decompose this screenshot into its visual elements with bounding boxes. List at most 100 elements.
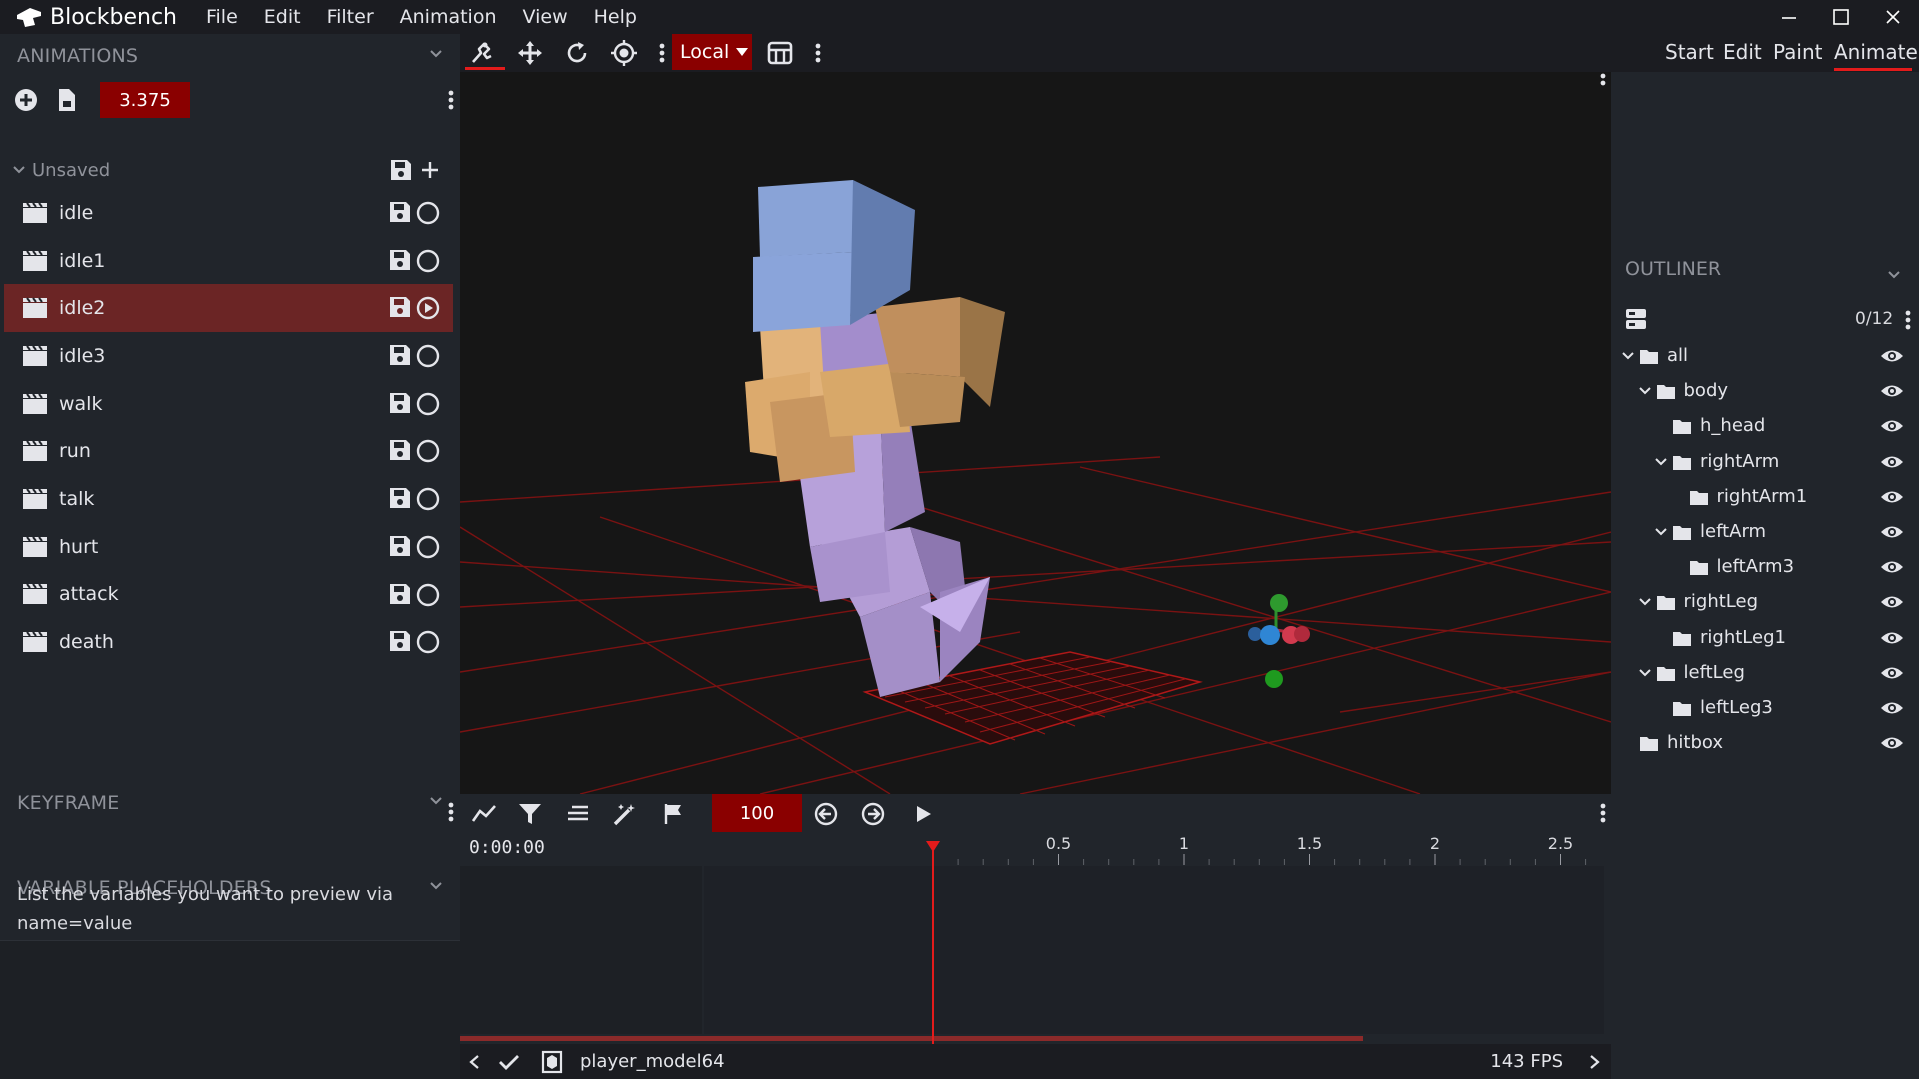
model-file-icon[interactable]: [541, 1050, 563, 1074]
flag-marker-icon[interactable]: [663, 803, 685, 825]
chevron-down-icon[interactable]: [1621, 350, 1635, 362]
move-tool-button[interactable]: [514, 37, 546, 69]
outliner-item[interactable]: rightArm1: [1611, 480, 1919, 515]
outliner-item[interactable]: leftLeg: [1611, 656, 1919, 691]
outliner-item[interactable]: rightLeg1: [1611, 621, 1919, 656]
timeline-fps-input[interactable]: 100: [712, 794, 802, 832]
animations-panel-header[interactable]: ANIMATIONS: [0, 34, 460, 78]
circle-outline-icon[interactable]: [416, 487, 440, 511]
outliner-item[interactable]: all: [1611, 339, 1919, 374]
animation-item[interactable]: idle3: [4, 332, 453, 380]
save-icon[interactable]: [389, 392, 411, 414]
eye-visibility-icon[interactable]: [1880, 630, 1904, 646]
animation-item[interactable]: idle1: [4, 237, 453, 285]
chevron-down-icon[interactable]: [428, 46, 444, 62]
outliner-item[interactable]: rightArm: [1611, 445, 1919, 480]
outliner-item[interactable]: leftArm: [1611, 515, 1919, 550]
mode-tab-edit[interactable]: Edit: [1723, 40, 1762, 64]
eye-visibility-icon[interactable]: [1880, 735, 1904, 751]
mode-tab-start[interactable]: Start: [1665, 40, 1714, 64]
circle-outline-icon[interactable]: [416, 583, 440, 607]
eye-visibility-icon[interactable]: [1880, 559, 1904, 575]
save-all-icon[interactable]: [390, 159, 412, 181]
menu-view[interactable]: View: [510, 6, 581, 28]
chevron-down-icon[interactable]: [1638, 385, 1652, 397]
eye-visibility-icon[interactable]: [1880, 489, 1904, 505]
save-icon[interactable]: [389, 439, 411, 461]
circle-outline-icon[interactable]: [416, 439, 440, 463]
animation-item[interactable]: run: [4, 427, 453, 475]
save-icon[interactable]: [389, 344, 411, 366]
save-icon[interactable]: [389, 535, 411, 557]
circle-outline-icon[interactable]: [416, 201, 440, 225]
keyframe-menu-button[interactable]: [446, 799, 456, 825]
mode-tab-animate[interactable]: Animate: [1834, 40, 1918, 64]
magic-wand-icon[interactable]: [613, 802, 639, 826]
outliner-item[interactable]: h_head: [1611, 409, 1919, 444]
animation-item[interactable]: talk: [4, 475, 453, 523]
animation-item[interactable]: death: [4, 618, 453, 666]
outliner-item[interactable]: hitbox: [1611, 726, 1919, 761]
timeline-menu-button[interactable]: [1598, 800, 1608, 826]
3d-viewport[interactable]: [460, 72, 1611, 794]
view-menu-button[interactable]: [813, 40, 823, 66]
pose-tool-button[interactable]: [466, 37, 498, 69]
maximize-button[interactable]: [1815, 0, 1867, 34]
minimize-button[interactable]: [1763, 0, 1815, 34]
eye-visibility-icon[interactable]: [1880, 594, 1904, 610]
save-icon[interactable]: [389, 201, 411, 223]
play-circle-icon[interactable]: [416, 296, 440, 320]
animation-item[interactable]: idle2: [4, 284, 453, 333]
timeline-scrollbar[interactable]: [460, 1036, 1363, 1041]
eye-visibility-icon[interactable]: [1880, 348, 1904, 364]
playhead-line[interactable]: [932, 850, 934, 1044]
eye-visibility-icon[interactable]: [1880, 700, 1904, 716]
check-icon[interactable]: [498, 1053, 520, 1071]
save-icon[interactable]: [389, 583, 411, 605]
animation-time-display[interactable]: 3.375: [100, 82, 190, 118]
save-icon[interactable]: [389, 487, 411, 509]
chevron-down-icon[interactable]: [1638, 596, 1652, 608]
transform-space-select[interactable]: Local: [672, 34, 752, 70]
align-lines-icon[interactable]: [566, 804, 590, 824]
outliner-item[interactable]: leftLeg3: [1611, 691, 1919, 726]
menu-file[interactable]: File: [193, 6, 251, 28]
rotate-tool-button[interactable]: [561, 37, 593, 69]
viewport-menu-button[interactable]: [1598, 72, 1608, 89]
timeline-ruler[interactable]: 0.511.522.533.5: [704, 832, 1611, 866]
animations-menu-button[interactable]: [446, 87, 456, 113]
add-animation-button[interactable]: [11, 85, 41, 115]
eye-visibility-icon[interactable]: [1880, 665, 1904, 681]
chevron-down-icon[interactable]: [1654, 526, 1668, 538]
circle-outline-icon[interactable]: [416, 344, 440, 368]
tools-menu-button[interactable]: [657, 40, 667, 66]
eye-visibility-icon[interactable]: [1880, 383, 1904, 399]
outliner-toggle-icon[interactable]: [1624, 307, 1648, 331]
chevron-down-icon[interactable]: [1654, 456, 1668, 468]
grid-tool-button[interactable]: [764, 37, 796, 69]
close-button[interactable]: [1867, 0, 1919, 34]
save-icon[interactable]: [389, 296, 411, 318]
chevron-right-icon[interactable]: [1589, 1054, 1601, 1070]
add-icon[interactable]: [420, 160, 440, 180]
mode-tab-paint[interactable]: Paint: [1773, 40, 1823, 64]
circle-outline-icon[interactable]: [416, 535, 440, 559]
variable-placeholders-input[interactable]: [0, 940, 460, 1079]
outliner-item[interactable]: body: [1611, 374, 1919, 409]
animation-item[interactable]: attack: [4, 571, 453, 619]
eye-visibility-icon[interactable]: [1880, 418, 1904, 434]
outliner-menu-button[interactable]: [1903, 307, 1913, 333]
pivot-tool-button[interactable]: [608, 37, 640, 69]
outliner-item[interactable]: leftArm3: [1611, 550, 1919, 585]
animation-item[interactable]: idle: [4, 189, 453, 237]
menu-animation[interactable]: Animation: [387, 6, 510, 28]
animation-group-unsaved[interactable]: Unsaved: [0, 152, 460, 188]
menu-edit[interactable]: Edit: [251, 6, 314, 28]
previous-keyframe-icon[interactable]: [814, 802, 838, 826]
menu-help[interactable]: Help: [581, 6, 650, 28]
menu-filter[interactable]: Filter: [314, 6, 387, 28]
chevron-down-icon[interactable]: [1886, 268, 1902, 282]
next-keyframe-icon[interactable]: [861, 802, 885, 826]
chevron-left-icon[interactable]: [468, 1054, 480, 1070]
keyframe-panel-header[interactable]: KEYFRAME: [0, 781, 460, 825]
